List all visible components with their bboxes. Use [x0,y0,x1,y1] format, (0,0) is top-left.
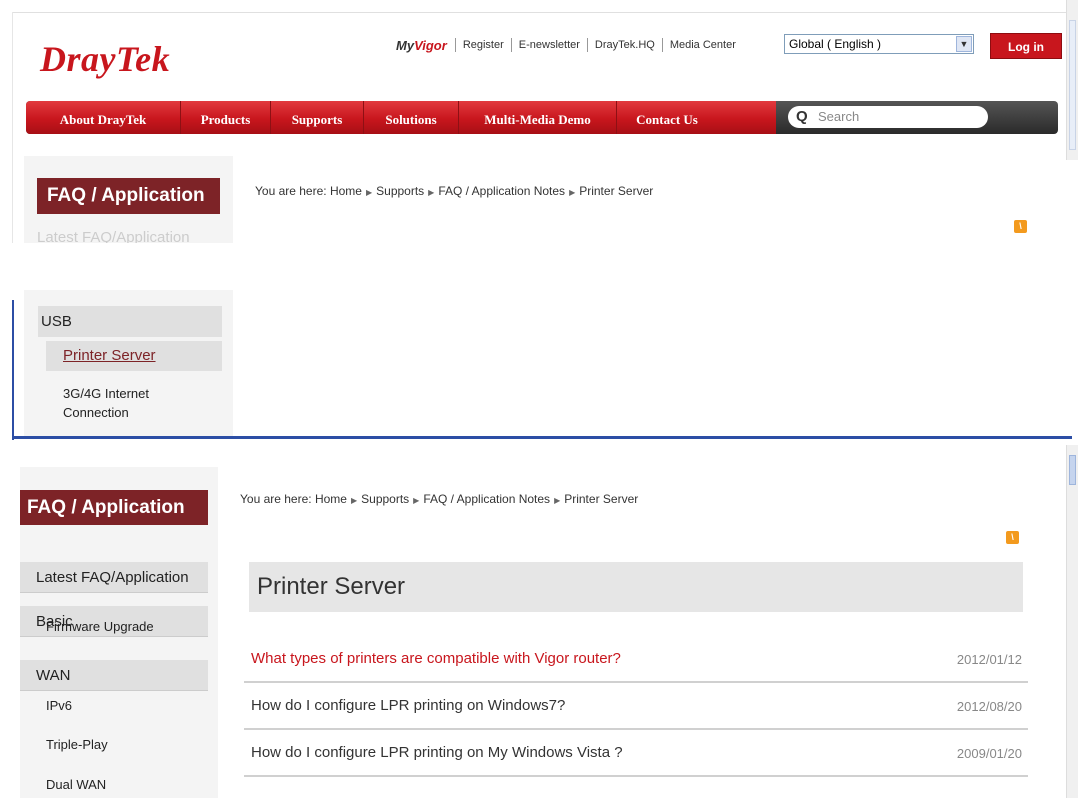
sidebar-item-firmware-upgrade[interactable]: Firmware Upgrade [46,619,154,634]
search-placeholder: Search [818,109,860,124]
scrollbar[interactable] [1066,445,1078,798]
nav-contact-us[interactable]: Contact Us [617,101,717,134]
region-select[interactable]: Global ( English ) ▼ [784,34,974,54]
faq-question[interactable]: How do I configure LPR printing on Windo… [251,697,565,714]
sidebar-item-latest[interactable]: Latest FAQ/Application [20,562,208,593]
scrollbar-thumb[interactable] [1069,20,1076,150]
breadcrumb-supports[interactable]: Supports [376,184,424,198]
sidebar-item-3g4g-line2: Connection [63,405,129,420]
arrow-right-icon: ▶ [413,496,420,505]
search-icon: Q [796,108,808,125]
breadcrumb: You are here: Home ▶ Supports ▶ FAQ / Applic… [255,184,653,198]
faq-row[interactable]: How do I configure LPR printing on My Wi… [244,730,1028,777]
login-button[interactable]: Log in [990,33,1062,59]
sidebar-item-3g4g[interactable]: 3G/4G Internet Connection [63,384,203,422]
sidebar-item-usb[interactable]: USB [38,306,222,337]
divider [12,300,14,440]
breadcrumb-faq[interactable]: FAQ / Application Notes [438,184,565,198]
faq-date: 2012/08/20 [956,699,1022,714]
divider [12,12,1072,13]
faq-question[interactable]: What types of printers are compatible wi… [251,650,621,667]
sidebar-heading: FAQ / Application [20,490,208,525]
search-input[interactable]: Q Search [788,106,988,128]
breadcrumb-home[interactable]: Home [330,184,362,198]
scrollbar[interactable] [1066,0,1078,160]
breadcrumb: You are here: Home ▶ Supports ▶ FAQ / Applic… [240,492,638,506]
sidebar-item-wan[interactable]: WAN [20,660,208,691]
breadcrumb-current: Printer Server [564,492,639,506]
breadcrumb-prefix: You are here: [255,184,327,198]
sidebar-latest-faded: Latest FAQ/Application [37,229,190,243]
breadcrumb-prefix: You are here: [240,492,312,506]
arrow-right-icon: ▶ [569,188,576,197]
breadcrumb-faq[interactable]: FAQ / Application Notes [423,492,550,506]
arrow-right-icon: ▶ [554,496,561,505]
faq-question[interactable]: How do I configure LPR printing on My Wi… [251,744,623,761]
rss-icon[interactable]: \ [1014,220,1027,233]
faq-date: 2009/01/20 [956,746,1022,761]
faq-row[interactable]: How do I configure LPR printing on Windo… [244,683,1028,730]
chevron-down-icon[interactable]: ▼ [956,36,972,52]
region-select-value: Global ( English ) [789,37,882,51]
top-links: MyVigor Register E-newsletter DrayTek.HQ… [396,36,743,54]
myvigor-my: My [396,37,415,53]
sidebar-item-triple-play[interactable]: Triple-Play [46,737,108,752]
draytek-logo[interactable]: DrayTek [40,38,170,80]
sidebar-item-3g4g-line1: 3G/4G Internet [63,386,149,401]
scrollbar-thumb[interactable] [1069,455,1076,485]
nav-about-draytek[interactable]: About DrayTek [26,101,181,134]
sidebar-heading: FAQ / Application [37,178,220,214]
main-nav-links: About DrayTek Products Supports Solution… [26,101,776,134]
enewsletter-link[interactable]: E-newsletter [510,38,587,52]
sidebar-item-printer-server[interactable]: Printer Server [46,341,222,371]
sidebar-item-dual-wan[interactable]: Dual WAN [46,777,106,792]
nav-supports[interactable]: Supports [271,101,364,134]
arrow-right-icon: ▶ [365,188,373,197]
nav-solutions[interactable]: Solutions [364,101,459,134]
arrow-right-icon: ▶ [428,188,435,197]
rss-icon[interactable]: \ [1006,531,1019,544]
breadcrumb-home[interactable]: Home [315,492,347,506]
divider [12,12,13,243]
breadcrumb-current: Printer Server [579,184,654,198]
header-panel: DrayTek MyVigor Register E-newsletter Dr… [0,0,1078,243]
sidebar-item-ipv6[interactable]: IPv6 [46,698,72,713]
faq-row[interactable]: What types of printers are compatible wi… [244,636,1028,683]
draytek-hq-link[interactable]: DrayTek.HQ [586,38,662,52]
register-link[interactable]: Register [454,38,511,52]
arrow-right-icon: ▶ [350,496,358,505]
nav-multimedia-demo[interactable]: Multi-Media Demo [459,101,617,134]
faq-date: 2012/01/12 [956,652,1022,667]
myvigor-vigor: Vigor [414,37,447,53]
media-center-link[interactable]: Media Center [661,38,743,52]
divider [12,436,1072,439]
page-title: Printer Server [249,562,1023,612]
nav-products[interactable]: Products [181,101,271,134]
breadcrumb-supports[interactable]: Supports [361,492,409,506]
myvigor-link[interactable]: MyVigor [396,38,455,53]
